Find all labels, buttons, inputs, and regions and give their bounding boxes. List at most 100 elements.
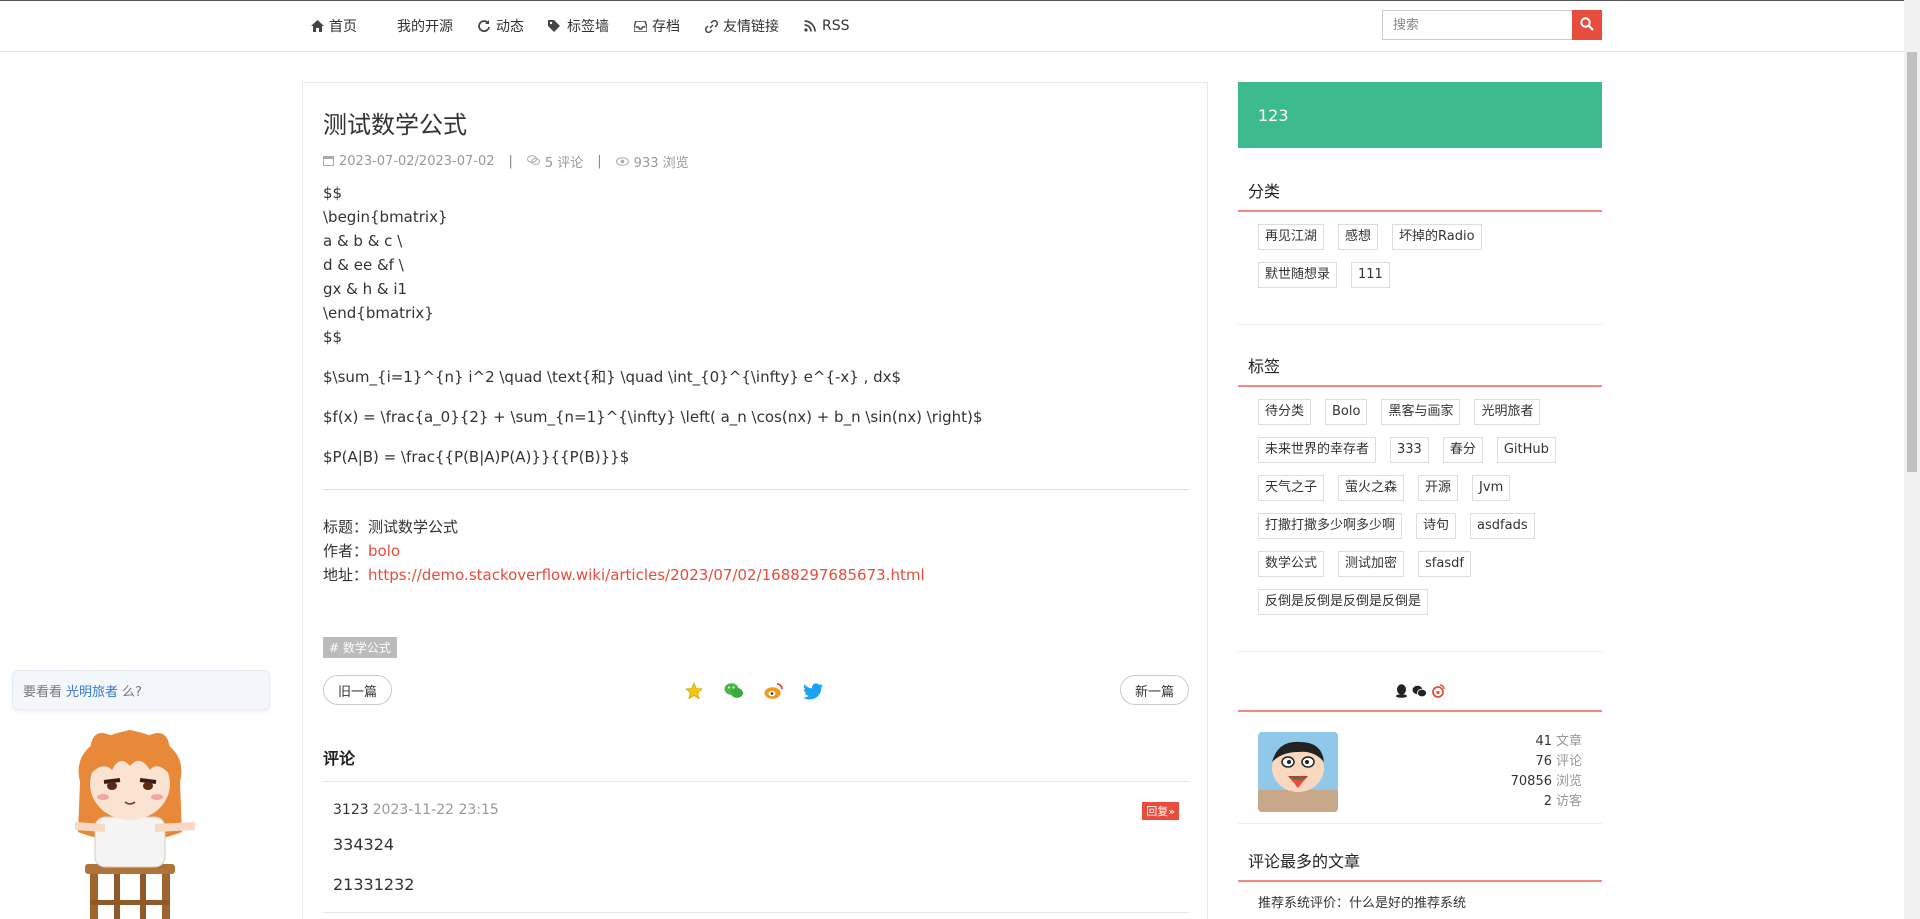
article-title: 测试数学公式 bbox=[323, 111, 467, 139]
comment-author[interactable]: 3123 bbox=[333, 802, 369, 818]
site-stats: 41 文章 76 评论 70856 浏览 2 访客 bbox=[1511, 732, 1582, 812]
nav-archive[interactable]: 存档 bbox=[633, 16, 680, 36]
tags-icon bbox=[548, 19, 562, 33]
eye-icon bbox=[615, 155, 629, 169]
nav-rss-label: RSS bbox=[822, 18, 850, 34]
tag-chip[interactable]: 打撒打撒多少啊多少啊 bbox=[1258, 513, 1403, 539]
tag-chip[interactable]: GitHub bbox=[1496, 437, 1556, 463]
info-url-label: 地址： bbox=[323, 566, 369, 584]
nav-home-label: 首页 bbox=[329, 19, 357, 35]
comments-heading: 评论 bbox=[323, 745, 1189, 782]
mascot-character[interactable] bbox=[70, 722, 200, 919]
tag-chip[interactable]: 光明旅者 bbox=[1474, 399, 1541, 425]
nav-home[interactable]: 首页 bbox=[310, 16, 357, 36]
sidebar: 123 分类 再见江湖 感想 坏掉的Radio 默世随想录 111 标签 待分类… bbox=[1238, 82, 1602, 919]
search-button[interactable] bbox=[1572, 10, 1602, 40]
comment-item: 3123 2023-11-22 23:15 回复» 334324 21331232 bbox=[323, 782, 1189, 898]
formula-fourier: $f(x) = \frac{a_0}{2} + \sum_{n=1}^{\inf… bbox=[323, 408, 983, 426]
category-chip[interactable]: 默世随想录 bbox=[1258, 262, 1338, 288]
stat-label: 浏览 bbox=[1555, 774, 1582, 789]
formula-sum: $\sum_{i=1}^{n} i^2 \quad \text{和} \quad… bbox=[323, 368, 902, 386]
body-line: \begin{bmatrix} bbox=[323, 208, 448, 226]
stat-value: 41 bbox=[1535, 734, 1552, 749]
wechat-icon[interactable] bbox=[1412, 685, 1427, 698]
next-article-button[interactable]: 新一篇 bbox=[1119, 675, 1189, 705]
meta-separator: | bbox=[597, 154, 602, 169]
tag-chip[interactable]: 数学公式 bbox=[1258, 551, 1325, 577]
social-links bbox=[1238, 680, 1602, 712]
weibo-icon[interactable] bbox=[1431, 684, 1445, 698]
refresh-icon bbox=[477, 19, 491, 33]
wechat-icon[interactable] bbox=[724, 681, 744, 701]
body-line: gx & h & i1 bbox=[323, 280, 408, 298]
nav-dynamic-label: 动态 bbox=[496, 19, 524, 35]
bubble-prefix: 要看看 bbox=[23, 684, 63, 700]
tag-chip[interactable]: 未来世界的幸存者 bbox=[1258, 437, 1377, 463]
search-input[interactable] bbox=[1382, 10, 1572, 40]
formula-block: $$ \begin{bmatrix} a & b & c \ d & ee &f… bbox=[323, 181, 1189, 349]
category-chip[interactable]: 坏掉的Radio bbox=[1392, 224, 1482, 250]
nav-dynamic[interactable]: 动态 bbox=[477, 16, 524, 36]
category-chip[interactable]: 再见江湖 bbox=[1258, 224, 1325, 250]
reply-button[interactable]: 回复» bbox=[1142, 802, 1179, 820]
tag-chip[interactable]: 待分类 bbox=[1258, 399, 1312, 425]
article-comment-count[interactable]: 5 评论 bbox=[545, 152, 583, 171]
most-commented-title: 评论最多的文章 bbox=[1238, 848, 1602, 882]
category-chip[interactable]: 111 bbox=[1351, 262, 1390, 288]
info-title-value: 测试数学公式 bbox=[368, 518, 459, 536]
stat-value: 70856 bbox=[1510, 774, 1552, 789]
most-commented-item[interactable]: 推荐系统评价：什么是好的推荐系统 bbox=[1238, 882, 1602, 919]
stat-label: 文章 bbox=[1555, 734, 1582, 749]
weibo-icon[interactable] bbox=[764, 681, 784, 701]
rss-icon bbox=[803, 19, 817, 33]
tag-chip[interactable]: sfasdf bbox=[1418, 551, 1471, 577]
nav-opensource-label: 我的开源 bbox=[397, 19, 453, 35]
avatar[interactable] bbox=[1258, 732, 1338, 812]
comment-line: 334324 bbox=[333, 835, 395, 854]
comments-icon bbox=[526, 154, 540, 169]
tag-chip[interactable]: 萤火之森 bbox=[1338, 475, 1405, 501]
nav-links-label: 友情链接 bbox=[723, 19, 779, 35]
tag-chip[interactable]: asdfads bbox=[1470, 513, 1535, 539]
tag-chip[interactable]: 反倒是反倒是反倒是反倒是 bbox=[1258, 589, 1429, 615]
nav-rss[interactable]: RSS bbox=[803, 18, 850, 34]
article-tag-badge[interactable]: # 数学公式 bbox=[323, 637, 397, 658]
tag-chip[interactable]: 测试加密 bbox=[1338, 551, 1405, 577]
tag-chip[interactable]: Jvm bbox=[1472, 475, 1511, 501]
tag-chip[interactable]: 诗句 bbox=[1416, 513, 1457, 539]
article-meta: 2023-07-02/2023-07-02 | 5 评论 | 933 浏览 bbox=[323, 152, 1189, 171]
article-info: 标题：测试数学公式 作者：bolo 地址：https://demo.stacko… bbox=[323, 515, 1189, 587]
tag-chip[interactable]: 开源 bbox=[1418, 475, 1459, 501]
article-url-link[interactable]: https://demo.stackoverflow.wiki/articles… bbox=[368, 566, 925, 584]
qq-icon[interactable] bbox=[1395, 684, 1408, 698]
body-line: a & b & c \ bbox=[323, 232, 403, 250]
calendar-icon bbox=[323, 155, 334, 169]
nav-opensource[interactable]: 我的开源 bbox=[397, 16, 453, 36]
comment-text: 334324 21331232 bbox=[333, 832, 1179, 898]
article-view-count: 933 浏览 bbox=[633, 156, 689, 171]
tag-chip[interactable]: 天气之子 bbox=[1258, 475, 1325, 501]
tag-chip[interactable]: 333 bbox=[1390, 437, 1429, 463]
article-card: 测试数学公式 2023-07-02/2023-07-02 | 5 评论 | 93… bbox=[302, 82, 1208, 919]
meta-separator: | bbox=[508, 154, 513, 169]
search-icon bbox=[1580, 16, 1594, 34]
tag-chip[interactable]: Bolo bbox=[1325, 399, 1368, 425]
star-icon[interactable] bbox=[684, 681, 704, 701]
nav-links[interactable]: 友情链接 bbox=[704, 16, 779, 36]
tag-chip[interactable]: 春分 bbox=[1442, 437, 1483, 463]
bubble-link[interactable]: 光明旅者 bbox=[66, 681, 118, 700]
stat-label: 访客 bbox=[1555, 794, 1582, 809]
article-date: 2023-07-02/2023-07-02 bbox=[339, 154, 495, 169]
twitter-icon[interactable] bbox=[804, 681, 824, 701]
author-link[interactable]: bolo bbox=[368, 542, 400, 560]
divider bbox=[323, 489, 1189, 490]
page-scrollbar[interactable] bbox=[1904, 0, 1920, 919]
category-chip[interactable]: 感想 bbox=[1338, 224, 1379, 250]
comment-time: 2023-11-22 23:15 bbox=[372, 802, 499, 818]
nav-tags[interactable]: 标签墙 bbox=[548, 16, 609, 36]
scrollbar-thumb[interactable] bbox=[1907, 52, 1917, 472]
tag-chip[interactable]: 黑客与画家 bbox=[1381, 399, 1461, 425]
body-line: $$ bbox=[323, 328, 343, 346]
prev-article-button[interactable]: 旧一篇 bbox=[323, 675, 393, 705]
link-icon bbox=[704, 19, 718, 33]
